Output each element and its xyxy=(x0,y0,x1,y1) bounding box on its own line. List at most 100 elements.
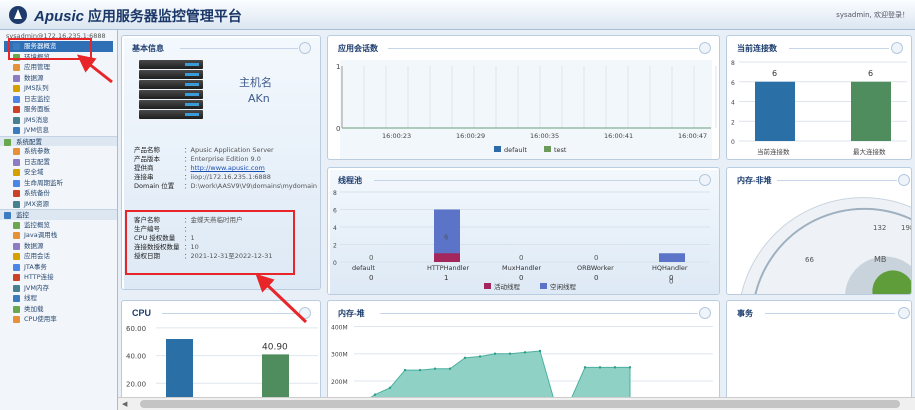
x-tick-label: 最大连接数 xyxy=(853,147,886,156)
field-label: 产品版本 xyxy=(134,155,160,163)
sidebar-item-label: JTA事务 xyxy=(24,262,47,271)
host-label: 主机名 xyxy=(239,76,272,89)
monitor-icon xyxy=(4,212,11,219)
memory-icon xyxy=(13,284,20,292)
gauge-tick-198: 198 xyxy=(901,224,912,232)
sidebar-item-lifecycle[interactable]: 生命周期监听 xyxy=(0,178,117,189)
legend-label: default xyxy=(504,146,527,154)
sidebar-item-label: 日志监控 xyxy=(24,94,50,103)
field-label: 客户名称 xyxy=(134,216,160,224)
threadpool-panel: 线程池 8 6 4 2 0 0 default 0 6 HTTPHandler 1 0 MuxHandl… xyxy=(327,167,720,295)
sidebar-item-log-config[interactable]: 日志配置 xyxy=(0,157,117,168)
sidebar-item-env[interactable]: 环境概览 xyxy=(0,52,117,63)
sidebar-item-jmx[interactable]: JMX资源 xyxy=(0,199,117,210)
heap-point xyxy=(493,352,497,355)
sidebar-item-stack[interactable]: Java调用栈 xyxy=(0,230,117,241)
license-row: 连接数授权数量 ：10 xyxy=(134,243,199,251)
bottom-value-label: 1 xyxy=(444,274,448,282)
sidebar-item-server[interactable]: 服务器概览 xyxy=(4,41,113,52)
x-tick-label: HTTPHandler xyxy=(427,264,470,272)
sidebar-item-params[interactable]: 系统参数 xyxy=(0,146,117,157)
cpu-chart: 60.00 40.00 20.00 40.90 xyxy=(126,325,318,409)
user-welcome: sysadmin, 欢迎登录！ xyxy=(836,11,909,19)
license-row: 客户名称 ：金蝶天燕临时用户 xyxy=(134,216,243,224)
env-icon xyxy=(13,53,20,61)
field-label: CPU 授权数量 xyxy=(134,234,176,242)
x-tick-label: default xyxy=(352,264,375,272)
sidebar-item-label: 监控概览 xyxy=(24,220,50,229)
x-tick-label: MuxHandler xyxy=(502,264,541,272)
scroll-thumb[interactable] xyxy=(140,400,900,408)
sidebar-item-datasource2[interactable]: 数据源 xyxy=(0,241,117,252)
legend-label: 空闲线程 xyxy=(550,282,577,291)
basic-info-title: 基本信息 xyxy=(132,44,164,53)
rows-row: Domain 位置 ：D:\work\AASV9\V9\domains\mydom… xyxy=(134,182,317,190)
y-tick-label: 1 xyxy=(336,63,340,71)
provider-link[interactable]: http://www.apusic.com xyxy=(191,164,265,172)
sidebar-item-overview[interactable]: 监控概览 xyxy=(0,220,117,231)
sidebar-item-label: 生命周期监听 xyxy=(24,178,63,187)
license-row: 生产编号 ： xyxy=(134,225,191,233)
field-value: ：金蝶天燕临时用户 xyxy=(184,216,243,224)
sidebar-item-message[interactable]: JMS消息 xyxy=(0,115,117,126)
sidebar-item-backup[interactable]: 系统备份 xyxy=(0,188,117,199)
field-value: ：Enterprise Edition 9.0 xyxy=(184,155,261,163)
x-tick-label: 16:00:41 xyxy=(604,132,633,140)
sidebar-item-label: JVM内存 xyxy=(24,283,49,292)
scroll-left-icon[interactable]: ◀ xyxy=(122,400,127,408)
sidebar-item-jvm[interactable]: JVM信息 xyxy=(0,125,117,136)
sidebar-item-http[interactable]: HTTP连接 xyxy=(0,272,117,283)
overview-icon xyxy=(13,221,20,229)
sidebar-item-config[interactable]: 系统配置 xyxy=(0,135,117,146)
thread-icon xyxy=(13,295,20,302)
sidebar-item-app[interactable]: 应用管理 xyxy=(0,62,117,73)
sidebar-item-classload[interactable]: 类加载 xyxy=(0,304,117,315)
collapse-button[interactable] xyxy=(898,307,910,319)
sidebar-item-label: 系统参数 xyxy=(24,147,50,155)
sidebar-item-cpu[interactable]: CPU使用率 xyxy=(0,314,117,325)
horizontal-scrollbar[interactable]: ◀ xyxy=(118,397,915,410)
sidebar-item-queue[interactable]: JMS队列 xyxy=(0,83,117,94)
collapse-button[interactable] xyxy=(299,42,311,54)
field-value: ：2021-12-31至2022-12-31 xyxy=(184,252,273,260)
sidebar-item-security[interactable]: 安全域 xyxy=(0,167,117,178)
gauge-tick-132: 132 xyxy=(873,224,886,232)
sidebar-item-thread[interactable]: 线程 xyxy=(0,293,117,304)
sidebar-item-label: 系统备份 xyxy=(24,189,50,197)
rows-row: 产品版本 ：Enterprise Edition 9.0 xyxy=(134,155,261,163)
classload-icon xyxy=(13,305,20,313)
data-label: 0 xyxy=(519,254,523,262)
sidebar-item-monitor[interactable]: 监控 xyxy=(0,209,117,220)
server-address: sysadmin@172.16.235.1:6888 xyxy=(6,32,106,40)
y-tick-label: 60.00 xyxy=(126,325,146,333)
sidebar-item-jta[interactable]: JTA事务 xyxy=(0,262,117,273)
field-value: ：1 xyxy=(184,234,195,242)
heap-point xyxy=(403,368,407,372)
bar-1 xyxy=(851,81,891,141)
field-value: ：iiop://172.16.235.1:6888 xyxy=(184,173,271,181)
threadpool-chart: 8 6 4 2 0 0 default 0 6 HTTPHandler 1 0 MuxHandler 0 0… xyxy=(333,190,710,291)
sidebar-item-datasource[interactable]: 数据源 xyxy=(0,73,117,84)
sidebar-item-log[interactable]: 日志监控 xyxy=(0,94,117,105)
heap-point xyxy=(433,367,437,370)
legend-label: 活动线程 xyxy=(494,282,521,291)
sidebar-item-label: 应用管理 xyxy=(24,63,50,71)
sidebar-item-memory[interactable]: JVM内存 xyxy=(0,283,117,294)
cpu-value-label: 40.90 xyxy=(262,342,288,352)
sidebar-item-label: 应用会话 xyxy=(24,252,50,260)
heap-point xyxy=(583,366,587,369)
sidebar-item-label: 服务器概览 xyxy=(24,42,57,50)
y-tick-label: 40.00 xyxy=(126,353,146,361)
sidebar-item-session[interactable]: 应用会话 xyxy=(0,251,117,262)
sidebar-item-label: JMX资源 xyxy=(24,199,49,208)
legend-label: test xyxy=(554,146,567,154)
field-value: ：http://www.apusic.com xyxy=(184,164,265,172)
bottom-value-label: 0 xyxy=(369,274,373,282)
field-label: 连接数授权数量 xyxy=(134,243,180,251)
cpu-icon xyxy=(13,316,20,323)
bar-value-label: 6 xyxy=(868,69,873,78)
y-tick-label: 6 xyxy=(333,208,337,215)
sidebar-item-panel[interactable]: 服务面板 xyxy=(0,104,117,115)
lifecycle-icon xyxy=(13,179,20,187)
session-icon xyxy=(13,253,20,260)
